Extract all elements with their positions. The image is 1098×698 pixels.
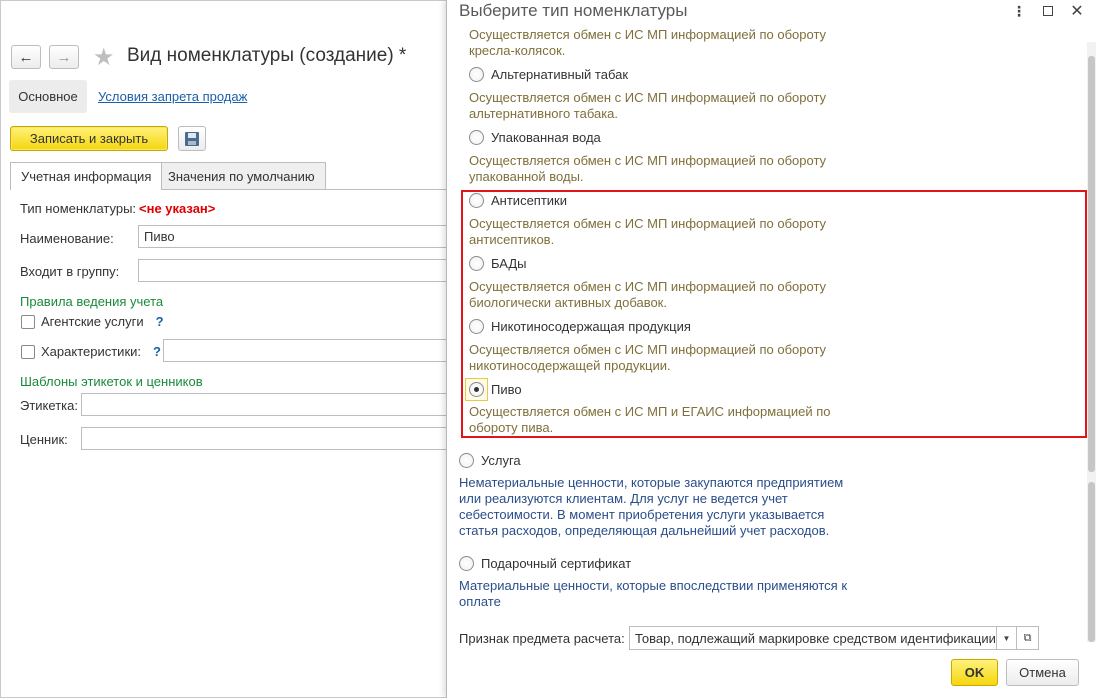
scrollbar-thumb[interactable] bbox=[1088, 56, 1095, 472]
label-template-label: Этикетка: bbox=[20, 398, 78, 413]
open-icon[interactable]: ⧉ bbox=[1017, 626, 1039, 650]
sales-ban-link[interactable]: Условия запрета продаж bbox=[98, 89, 247, 104]
payment-subject-field[interactable]: Товар, подлежащий маркировке средством и… bbox=[629, 626, 997, 650]
save-and-close-button[interactable]: Записать и закрыть bbox=[10, 126, 168, 151]
option-description: Осуществляется обмен с ИС МП информацией… bbox=[469, 27, 827, 42]
more-actions-icon[interactable]: ⋮ bbox=[1007, 2, 1031, 20]
option-description: Нематериальные ценности, которые закупаю… bbox=[459, 475, 844, 490]
radio-packaged-water[interactable] bbox=[469, 130, 484, 145]
group-input[interactable] bbox=[138, 259, 458, 282]
option-title[interactable]: Альтернативный табак bbox=[491, 67, 628, 82]
option-description: упакованной воды. bbox=[469, 169, 584, 184]
option-description: Осуществляется обмен с ИС МП информацией… bbox=[469, 153, 827, 168]
characteristics-label: Характеристики: bbox=[41, 344, 142, 359]
tab-account-info[interactable]: Учетная информация bbox=[10, 162, 163, 190]
maximize-icon bbox=[1043, 6, 1053, 16]
name-input[interactable]: Пиво bbox=[138, 225, 458, 248]
form-title: Вид номенклатуры (создание) * bbox=[127, 45, 407, 66]
name-label: Наименование: bbox=[20, 231, 114, 246]
option-title[interactable]: Упакованная вода bbox=[491, 130, 601, 145]
option-description: Осуществляется обмен с ИС МП информацией… bbox=[469, 90, 827, 105]
option-title[interactable]: Подарочный сертификат bbox=[481, 556, 631, 571]
forward-button[interactable]: → bbox=[49, 45, 79, 69]
back-button[interactable]: ← bbox=[11, 45, 41, 69]
highlight-box bbox=[461, 190, 1087, 438]
option-description: альтернативного табака. bbox=[469, 106, 619, 121]
radio-gift-certificate[interactable] bbox=[459, 556, 474, 571]
favorite-star-icon[interactable]: ★ bbox=[93, 43, 115, 72]
item-type-label: Тип номенклатуры: bbox=[20, 201, 137, 216]
item-type-value[interactable]: <не указан> bbox=[139, 201, 215, 216]
payment-subject-label: Признак предмета расчета: bbox=[459, 631, 625, 646]
agent-services-row: Агентские услуги ? bbox=[21, 314, 164, 329]
price-tag-input[interactable] bbox=[81, 427, 458, 450]
group-label: Входит в группу: bbox=[20, 264, 120, 279]
arrow-left-icon: ← bbox=[18, 48, 34, 66]
label-template-input[interactable] bbox=[81, 393, 458, 416]
agent-services-label: Агентские услуги bbox=[41, 314, 144, 329]
price-tag-label: Ценник: bbox=[20, 432, 68, 447]
cancel-button[interactable]: Отмена bbox=[1006, 659, 1079, 686]
option-description: себестоимости. В момент приобретения усл… bbox=[459, 507, 825, 522]
section-main[interactable]: Основное bbox=[9, 80, 87, 113]
characteristics-input[interactable] bbox=[163, 339, 458, 362]
close-icon[interactable]: ✕ bbox=[1065, 2, 1089, 20]
arrow-right-icon: → bbox=[56, 48, 72, 66]
option-description: кресла-колясок. bbox=[469, 43, 566, 58]
select-item-type-dialog: Выберите тип номенклатуры ⋮ ✕ Осуществля… bbox=[446, 0, 1098, 698]
accounting-rules-header: Правила ведения учета bbox=[20, 294, 164, 309]
option-description: Материальные ценности, которые впоследст… bbox=[459, 578, 848, 593]
floppy-disk-icon bbox=[185, 131, 199, 146]
option-description: оплате bbox=[459, 594, 501, 609]
tab-defaults[interactable]: Значения по умолчанию bbox=[157, 162, 326, 189]
option-description: или реализуются клиентам. Для услуг не в… bbox=[459, 491, 788, 506]
help-icon[interactable]: ? bbox=[156, 314, 164, 329]
option-title[interactable]: Услуга bbox=[481, 453, 521, 468]
characteristics-row: Характеристики: ? bbox=[21, 344, 161, 359]
radio-service[interactable] bbox=[459, 453, 474, 468]
list-scrollbar[interactable] bbox=[1087, 42, 1096, 642]
dialog-title: Выберите тип номенклатуры bbox=[459, 1, 688, 20]
radio-alt-tobacco[interactable] bbox=[469, 67, 484, 82]
ok-button[interactable]: OK bbox=[951, 659, 998, 686]
dropdown-arrow-icon[interactable]: ▼ bbox=[997, 626, 1017, 650]
help-icon[interactable]: ? bbox=[153, 344, 161, 359]
characteristics-checkbox[interactable] bbox=[21, 344, 35, 359]
templates-header: Шаблоны этикеток и ценников bbox=[20, 374, 203, 389]
option-description: статья расходов, определяющая дальнейший… bbox=[459, 523, 830, 538]
save-button[interactable] bbox=[178, 126, 206, 151]
agent-services-checkbox[interactable] bbox=[21, 314, 35, 329]
maximize-button[interactable] bbox=[1036, 2, 1060, 20]
scrollbar-track-lower[interactable] bbox=[1088, 482, 1095, 642]
